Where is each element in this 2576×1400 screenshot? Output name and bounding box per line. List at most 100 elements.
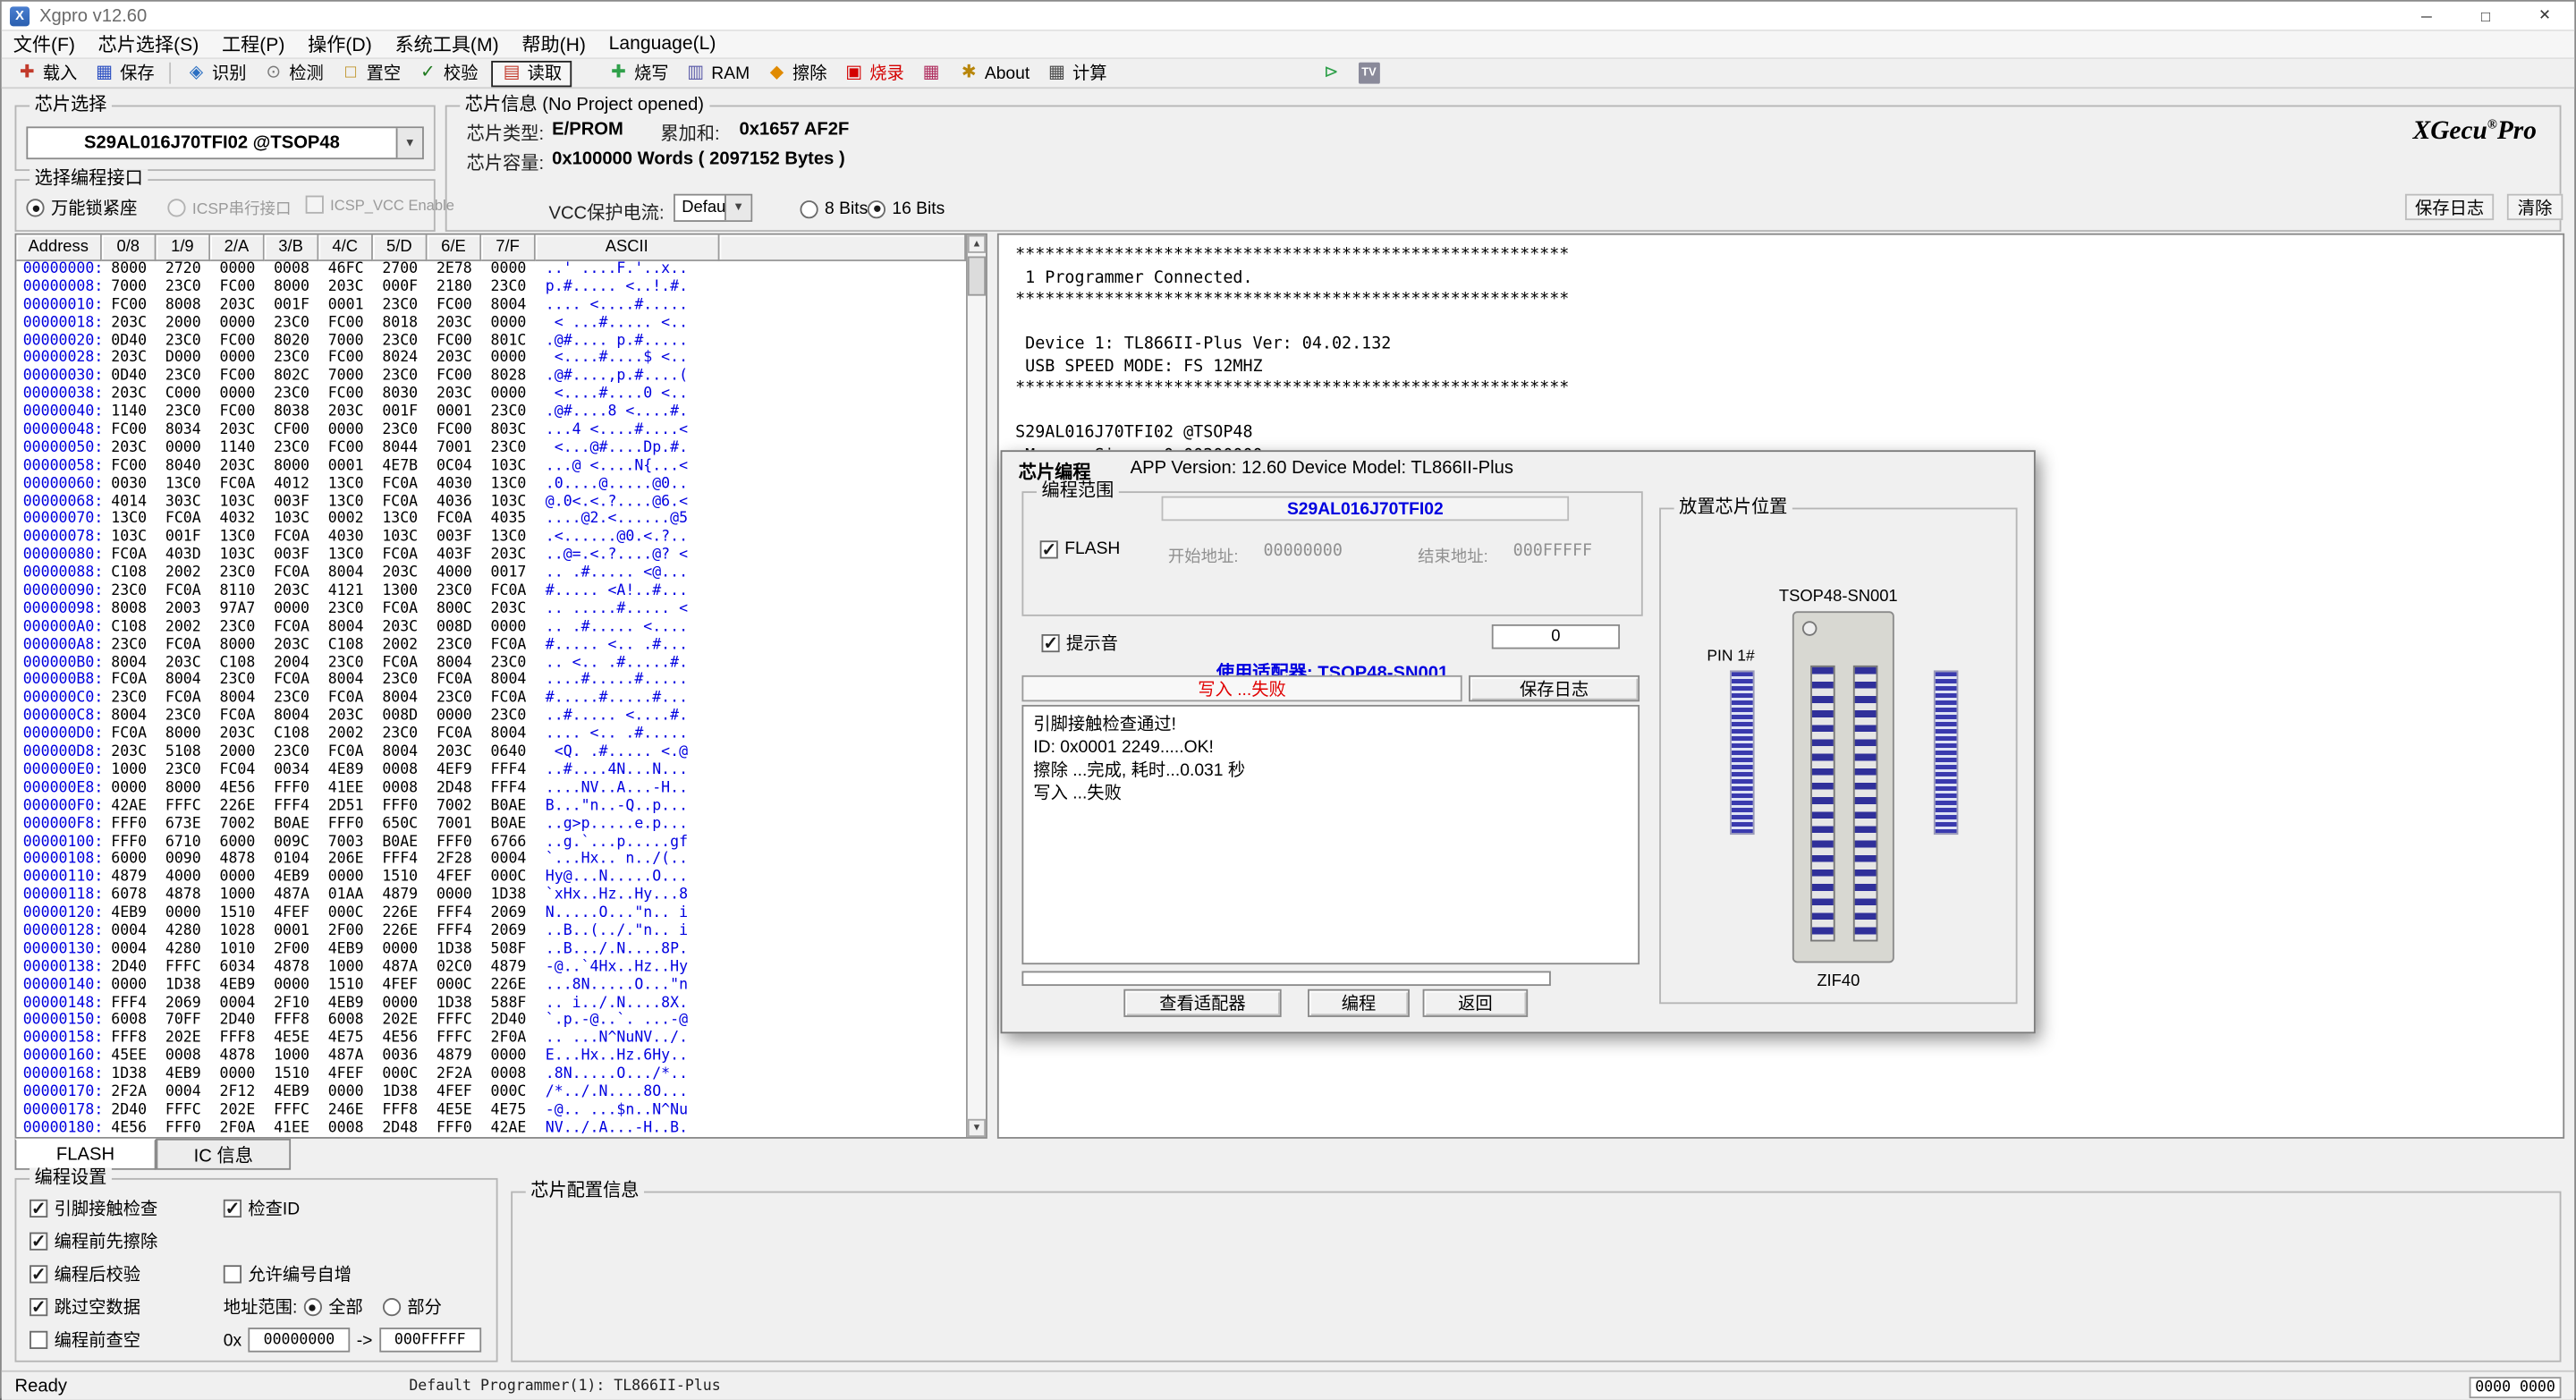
- hex-word[interactable]: 4879: [481, 959, 536, 977]
- hex-word[interactable]: FFF4: [481, 780, 536, 798]
- hex-row[interactable]: 00000008:700023C0FC008000203C000F218023C…: [16, 279, 966, 297]
- hex-word[interactable]: 4036: [428, 494, 482, 512]
- hex-word[interactable]: 6008: [102, 1013, 157, 1031]
- hex-word[interactable]: 203C: [265, 637, 319, 655]
- hex-row[interactable]: 000000D0:FC0A8000203CC108200223C0FC0A800…: [16, 726, 966, 744]
- hex-word[interactable]: 4FEF: [373, 977, 428, 995]
- hex-word[interactable]: 01AA: [318, 887, 373, 905]
- hex-row[interactable]: 00000150:600870FF2D40FFF86008202EFFFC2D4…: [16, 1013, 966, 1031]
- hex-word[interactable]: FC00: [102, 297, 157, 315]
- hex-word[interactable]: 0000: [481, 315, 536, 333]
- hex-word[interactable]: 003F: [428, 530, 482, 547]
- hex-word[interactable]: 2003: [156, 601, 210, 619]
- hex-word[interactable]: 2D48: [373, 1120, 428, 1137]
- hex-word[interactable]: FC0A: [102, 547, 157, 565]
- hex-word[interactable]: 0000: [210, 351, 265, 369]
- hex-row[interactable]: 00000058:FC008040203C800000014E7B0C04103…: [16, 458, 966, 476]
- hex-word[interactable]: FC0A: [318, 744, 373, 762]
- hex-word[interactable]: 8004: [210, 691, 265, 708]
- hex-word[interactable]: 0000: [156, 440, 210, 458]
- hex-word[interactable]: 0000: [428, 708, 482, 726]
- address-from-input[interactable]: 00000000: [249, 1328, 351, 1353]
- hex-word[interactable]: 2720: [156, 261, 210, 279]
- hex-word[interactable]: FFFC: [265, 1102, 319, 1120]
- checkbox-icsp-vcc[interactable]: ICSP_VCC Enable: [306, 196, 454, 214]
- hex-word[interactable]: FFF4: [428, 923, 482, 941]
- hex-word[interactable]: 6766: [481, 834, 536, 852]
- hex-word[interactable]: 0000: [318, 422, 373, 440]
- menu-item[interactable]: 操作(D): [296, 31, 383, 57]
- hex-word[interactable]: 7003: [318, 834, 373, 852]
- hex-word[interactable]: 02C0: [428, 959, 482, 977]
- hex-word[interactable]: 23C0: [481, 279, 536, 297]
- hex-word[interactable]: 8004: [373, 744, 428, 762]
- hex-word[interactable]: 8008: [102, 601, 157, 619]
- hex-word[interactable]: 1D38: [373, 1084, 428, 1102]
- hex-word[interactable]: 13C0: [373, 512, 428, 530]
- program-button[interactable]: 编程: [1308, 989, 1410, 1017]
- hex-word[interactable]: FC0A: [373, 547, 428, 565]
- hex-row[interactable]: 00000030:0D4023C0FC00802C700023C0FC00802…: [16, 369, 966, 386]
- hex-word[interactable]: B0AE: [481, 816, 536, 834]
- hex-word[interactable]: FC00: [428, 369, 482, 386]
- hex-word[interactable]: 0000: [481, 351, 536, 369]
- hex-word[interactable]: 8004: [156, 673, 210, 691]
- hex-word[interactable]: 001F: [156, 530, 210, 547]
- hex-col-header[interactable]: Address: [16, 235, 102, 261]
- hex-col-header[interactable]: 4/C: [318, 235, 373, 261]
- hex-word[interactable]: 0D40: [102, 369, 157, 386]
- hex-word[interactable]: 23C0: [373, 726, 428, 744]
- hex-word[interactable]: 800C: [428, 601, 482, 619]
- hex-word[interactable]: 203C: [428, 351, 482, 369]
- minimize-button[interactable]: ─: [2397, 2, 2456, 30]
- radio-range-part[interactable]: 部分: [383, 1294, 442, 1319]
- hex-word[interactable]: 0C04: [428, 458, 482, 476]
- hex-word[interactable]: 4EF9: [428, 762, 482, 780]
- hex-word[interactable]: 403F: [428, 547, 482, 565]
- hex-word[interactable]: 508F: [481, 941, 536, 959]
- back-button[interactable]: 返回: [1423, 989, 1529, 1017]
- hex-word[interactable]: 4121: [318, 583, 373, 601]
- hex-word[interactable]: 000F: [373, 279, 428, 297]
- scrollbar-thumb[interactable]: [968, 257, 986, 296]
- hex-word[interactable]: 202E: [156, 1031, 210, 1048]
- hex-word[interactable]: 0D40: [102, 333, 157, 351]
- hex-word[interactable]: 23C0: [428, 637, 482, 655]
- hex-word[interactable]: 1510: [210, 905, 265, 923]
- hex-word[interactable]: 303C: [156, 494, 210, 512]
- hex-word[interactable]: C108: [102, 565, 157, 583]
- hex-word[interactable]: 2000: [210, 744, 265, 762]
- hex-word[interactable]: 23C0: [481, 708, 536, 726]
- hex-word[interactable]: FC0A: [210, 476, 265, 494]
- hex-word[interactable]: 4879: [373, 887, 428, 905]
- hex-word[interactable]: B0AE: [481, 798, 536, 816]
- hex-word[interactable]: FC04: [210, 762, 265, 780]
- hex-word[interactable]: 487A: [373, 959, 428, 977]
- hex-word[interactable]: FFF0: [428, 1120, 482, 1137]
- hex-word[interactable]: 1D38: [156, 977, 210, 995]
- hex-word[interactable]: FC0A: [373, 476, 428, 494]
- hex-word[interactable]: 0004: [210, 995, 265, 1013]
- hex-row[interactable]: 000000F0:42AEFFFC226EFFF42D51FFF07002B0A…: [16, 798, 966, 816]
- hex-word[interactable]: 41EE: [318, 780, 373, 798]
- hex-word[interactable]: FC0A: [428, 726, 482, 744]
- menu-item[interactable]: 系统工具(M): [384, 31, 511, 57]
- hex-word[interactable]: 8020: [265, 333, 319, 351]
- hex-word[interactable]: FFF8: [210, 1031, 265, 1048]
- hex-word[interactable]: 0000: [210, 870, 265, 887]
- hex-word[interactable]: FC0A: [156, 512, 210, 530]
- hex-word[interactable]: 0000: [481, 1048, 536, 1066]
- hex-word[interactable]: 0030: [102, 476, 157, 494]
- hex-word[interactable]: 4EB9: [156, 1066, 210, 1084]
- hex-word[interactable]: FFF0: [102, 816, 157, 834]
- hex-word[interactable]: 2D40: [102, 959, 157, 977]
- hex-word[interactable]: 001F: [265, 297, 319, 315]
- hex-word[interactable]: 4878: [156, 887, 210, 905]
- menu-item[interactable]: Language(L): [597, 35, 728, 55]
- hex-word[interactable]: 8000: [156, 726, 210, 744]
- hex-word[interactable]: 8004: [102, 708, 157, 726]
- tab-ic-info[interactable]: IC 信息: [156, 1139, 291, 1170]
- hex-word[interactable]: 8004: [102, 655, 157, 673]
- hex-word[interactable]: 2002: [156, 619, 210, 637]
- hex-word[interactable]: FC0A: [265, 565, 319, 583]
